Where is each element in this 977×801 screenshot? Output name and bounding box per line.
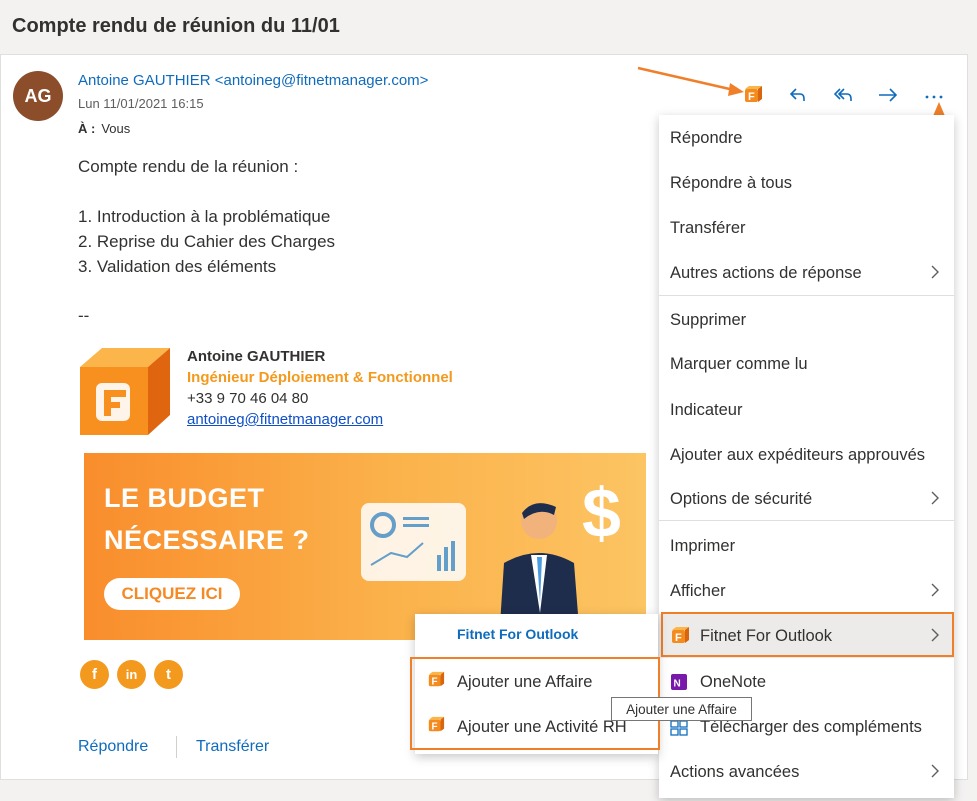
menu-item-mark-read[interactable]: Marquer comme lu: [659, 343, 954, 385]
highlight-fitnet-menu-item: [661, 612, 954, 657]
to-value[interactable]: Vous: [101, 121, 130, 136]
onenote-icon: N: [670, 673, 688, 691]
menu-item-label: Imprimer: [670, 536, 736, 555]
menu-item-security-options[interactable]: Options de sécurité: [659, 478, 954, 520]
sent-date: Lun 11/01/2021 16:15: [78, 96, 204, 111]
banner-cta-button[interactable]: CLIQUEZ ICI: [104, 578, 240, 610]
body-line: 1. Introduction à la problématique: [78, 207, 331, 226]
menu-item-label: Marquer comme lu: [670, 354, 808, 373]
chevron-right-icon: [930, 583, 940, 602]
body-line: --: [78, 306, 90, 325]
chevron-right-icon: [930, 491, 940, 510]
menu-item-label: Répondre à tous: [670, 173, 793, 192]
signature-name: Antoine GAUTHIER: [187, 348, 326, 365]
reply-all-icon[interactable]: [831, 82, 857, 108]
body-line: 3. Validation des éléments: [78, 257, 277, 276]
fitnet-logo: [80, 348, 170, 435]
forward-button[interactable]: Transférer: [196, 738, 269, 756]
menu-divider: [659, 295, 954, 296]
menu-item-delete[interactable]: Supprimer: [659, 299, 954, 341]
annotation-arrow-addin: [637, 66, 744, 96]
menu-item-flag[interactable]: Indicateur: [659, 389, 954, 431]
menu-item-label: Ajouter aux expéditeurs approuvés: [670, 445, 925, 464]
signature-email-link[interactable]: antoineg@fitnetmanager.com: [187, 411, 383, 428]
menu-item-forward[interactable]: Transférer: [659, 207, 954, 249]
linkedin-icon[interactable]: in: [117, 660, 146, 689]
sender[interactable]: Antoine GAUTHIER <antoineg@fitnetmanager…: [78, 72, 428, 89]
menu-item-label: OneNote: [700, 672, 767, 691]
reply-icon[interactable]: [785, 82, 811, 108]
banner-headline: LE BUDGET NÉCESSAIRE ?: [104, 477, 310, 561]
menu-item-reply-all[interactable]: Répondre à tous: [659, 162, 954, 204]
menu-item-safe-senders[interactable]: Ajouter aux expéditeurs approuvés: [659, 434, 954, 476]
to-label: À :: [78, 121, 96, 136]
svg-text:N: N: [674, 679, 681, 690]
menu-item-label: Indicateur: [670, 400, 743, 419]
facebook-icon[interactable]: f: [80, 660, 109, 689]
body-line: 2. Reprise du Cahier des Charges: [78, 232, 336, 251]
banner-chart-illustration: [361, 503, 466, 581]
tooltip: Ajouter une Affaire: [611, 697, 752, 721]
body-line: Compte rendu de la réunion :: [78, 157, 299, 176]
menu-item-label: Afficher: [670, 581, 726, 600]
reply-button[interactable]: Répondre: [78, 738, 148, 756]
menu-item-view[interactable]: Afficher: [659, 570, 954, 612]
signature-title: Ingénieur Déploiement & Fonctionnel: [187, 369, 453, 386]
menu-item-label: Supprimer: [670, 310, 747, 329]
menu-item-label: Options de sécurité: [670, 489, 813, 508]
email-subject: Compte rendu de réunion du 11/01: [12, 15, 340, 37]
menu-item-label: Autres actions de réponse: [670, 263, 862, 282]
signature-phone: +33 9 70 46 04 80: [187, 390, 309, 407]
menu-item-reply[interactable]: Répondre: [659, 117, 954, 159]
more-actions-menu: Répondre Répondre à tous Transférer Autr…: [659, 115, 954, 798]
menu-item-label: Répondre: [670, 128, 743, 147]
twitter-icon[interactable]: t: [154, 660, 183, 689]
footer-divider: [176, 736, 177, 758]
menu-item-label: Transférer: [670, 218, 746, 237]
forward-icon[interactable]: [875, 82, 901, 108]
chevron-right-icon: [930, 764, 940, 783]
menu-item-advanced-actions[interactable]: Actions avancées: [659, 751, 954, 793]
banner-headline-line: NÉCESSAIRE ?: [104, 525, 310, 555]
chevron-right-icon: [930, 265, 940, 284]
promo-banner[interactable]: LE BUDGET NÉCESSAIRE ? CLIQUEZ ICI $: [84, 453, 646, 640]
menu-item-other-reply-actions[interactable]: Autres actions de réponse: [659, 252, 954, 294]
avatar[interactable]: AG: [13, 71, 63, 121]
dollar-sign-decoration: $: [582, 474, 621, 552]
menu-divider: [659, 520, 954, 521]
banner-headline-line: LE BUDGET: [104, 483, 265, 513]
menu-item-print[interactable]: Imprimer: [659, 525, 954, 567]
menu-item-label: Actions avancées: [670, 762, 800, 781]
recipients: À : Vous: [78, 121, 130, 136]
submenu-header: Fitnet For Outlook: [457, 626, 579, 642]
